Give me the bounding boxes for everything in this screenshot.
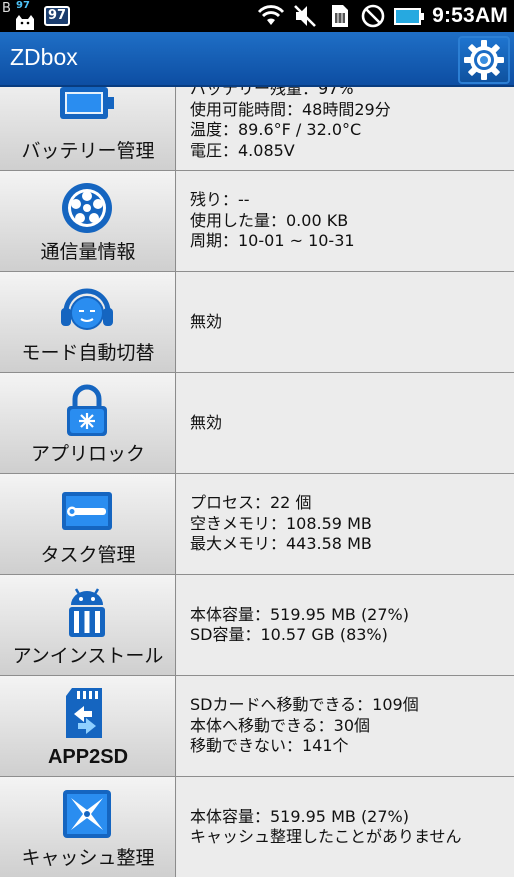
headset-profile-icon: [61, 288, 113, 330]
row-label: モード自動切替: [21, 342, 155, 364]
info-line: SD容量：10.57 GB (83%): [190, 625, 388, 644]
notification-area: B 97 97: [0, 0, 80, 32]
battery-icon: [60, 87, 114, 119]
row-info: 本体容量：519.95 MB (27%) キャッシュ整理したことがありません: [177, 777, 514, 877]
info-line: 本体容量：519.95 MB (27%): [190, 604, 409, 624]
row-info: SDカードへ移動できる：109個 本体へ移動できる：30個 移動できない：141…: [177, 676, 514, 776]
clock: 9:53AM: [432, 4, 508, 27]
list-item-app-lock[interactable]: アプリロック 無効: [0, 373, 514, 474]
feature-list: バッテリー管理 バッテリー残量：97% 使用可能時間：48時間29分 温度：89…: [0, 87, 514, 877]
app-lock-tile[interactable]: アプリロック: [0, 373, 176, 473]
uninstall-android-icon: [69, 588, 105, 637]
info-line: 無効: [190, 311, 223, 331]
info-line: プロセス：22 個: [190, 493, 312, 513]
sim-icon: [332, 5, 349, 27]
cache-cleaner-icon: [63, 790, 111, 838]
info-line: キャッシュ整理したことがありません: [190, 827, 462, 846]
data-usage-icon: [62, 183, 112, 233]
sd-card-icon: [66, 688, 102, 738]
info-line: 本体へ移動できる：30個: [190, 715, 371, 735]
info-line: 使用可能時間：48時間29分: [190, 99, 391, 119]
task-manager-icon: [62, 492, 112, 530]
data-usage-tile[interactable]: 通信量情報: [0, 171, 176, 271]
wifi-icon: [258, 5, 285, 25]
notification-letter: B: [2, 1, 11, 16]
info-line: 最大メモリ：443.58 MB: [190, 534, 372, 554]
info-line: 移動できない：141个: [190, 736, 349, 756]
row-label: アプリロック: [30, 443, 145, 465]
notification-small-count: 97: [16, 0, 30, 11]
row-label: APP2SD: [47, 746, 129, 768]
row-label: バッテリー管理: [21, 140, 155, 162]
list-item-battery[interactable]: バッテリー管理 バッテリー残量：97% 使用可能時間：48時間29分 温度：89…: [0, 87, 514, 171]
row-info: バッテリー残量：97% 使用可能時間：48時間29分 温度：89.6°F / 3…: [177, 87, 514, 170]
cat-notification-icon: [16, 15, 34, 30]
info-line: SDカードへ移動できる：109個: [190, 695, 419, 715]
list-item-cache-cleaner[interactable]: キャッシュ整理 本体容量：519.95 MB (27%) キャッシュ整理したこと…: [0, 777, 514, 877]
list-item-data-usage[interactable]: 通信量情報 残り：-- 使用した量：0.00 KB 周期：10-01 ~ 10-…: [0, 171, 514, 272]
info-line: 残り：--: [190, 190, 250, 210]
info-line: 温度：89.6°F / 32.0°C: [190, 120, 362, 139]
settings-button[interactable]: [458, 36, 510, 84]
row-label: アンインストール: [12, 645, 164, 667]
battery-tile[interactable]: バッテリー管理: [0, 87, 176, 170]
row-label: 通信量情報: [40, 241, 136, 263]
row-info: 本体容量：519.95 MB (27%) SD容量：10.57 GB (83%): [177, 575, 514, 675]
row-info: 無効: [177, 373, 514, 473]
info-line: 空きメモリ：108.59 MB: [190, 513, 372, 533]
mode-switch-tile[interactable]: モード自動切替: [0, 272, 176, 372]
info-line: 周期：10-01 ~ 10-31: [190, 231, 355, 251]
info-line: バッテリー残量：97%: [190, 87, 354, 98]
no-signal-icon: [361, 4, 385, 28]
info-line: 使用した量：0.00 KB: [190, 210, 349, 230]
app2sd-tile[interactable]: APP2SD: [0, 676, 176, 776]
list-item-app2sd[interactable]: APP2SD SDカードへ移動できる：109個 本体へ移動できる：30個 移動で…: [0, 676, 514, 777]
info-line: 本体容量：519.95 MB (27%): [190, 806, 409, 826]
list-item-task-manager[interactable]: タスク管理 プロセス：22 個 空きメモリ：108.59 MB 最大メモリ：44…: [0, 474, 514, 575]
row-label: キャッシュ整理: [21, 847, 155, 869]
vibrate-mute-icon: [294, 5, 317, 27]
cache-cleaner-tile[interactable]: キャッシュ整理: [0, 777, 176, 877]
battery-level-badge: 97: [44, 6, 70, 26]
row-info: 無効: [177, 272, 514, 372]
info-line: 電圧：4.085V: [190, 140, 295, 160]
row-info: 残り：-- 使用した量：0.00 KB 周期：10-01 ~ 10-31: [177, 171, 514, 271]
gear-icon: [464, 40, 504, 80]
battery-icon: [394, 8, 425, 25]
task-manager-tile[interactable]: タスク管理: [0, 474, 176, 574]
info-line: 無効: [190, 412, 223, 432]
action-bar: ZDbox: [0, 32, 514, 87]
status-bar: B 97 97 9:53AM: [0, 0, 514, 32]
lock-icon: [67, 384, 107, 436]
app-title: ZDbox: [10, 44, 78, 70]
list-item-uninstall[interactable]: アンインストール 本体容量：519.95 MB (27%) SD容量：10.57…: [0, 575, 514, 676]
row-info: プロセス：22 個 空きメモリ：108.59 MB 最大メモリ：443.58 M…: [177, 474, 514, 574]
uninstall-tile[interactable]: アンインストール: [0, 575, 176, 675]
list-item-mode-switch[interactable]: モード自動切替 無効: [0, 272, 514, 373]
row-label: タスク管理: [40, 544, 136, 566]
